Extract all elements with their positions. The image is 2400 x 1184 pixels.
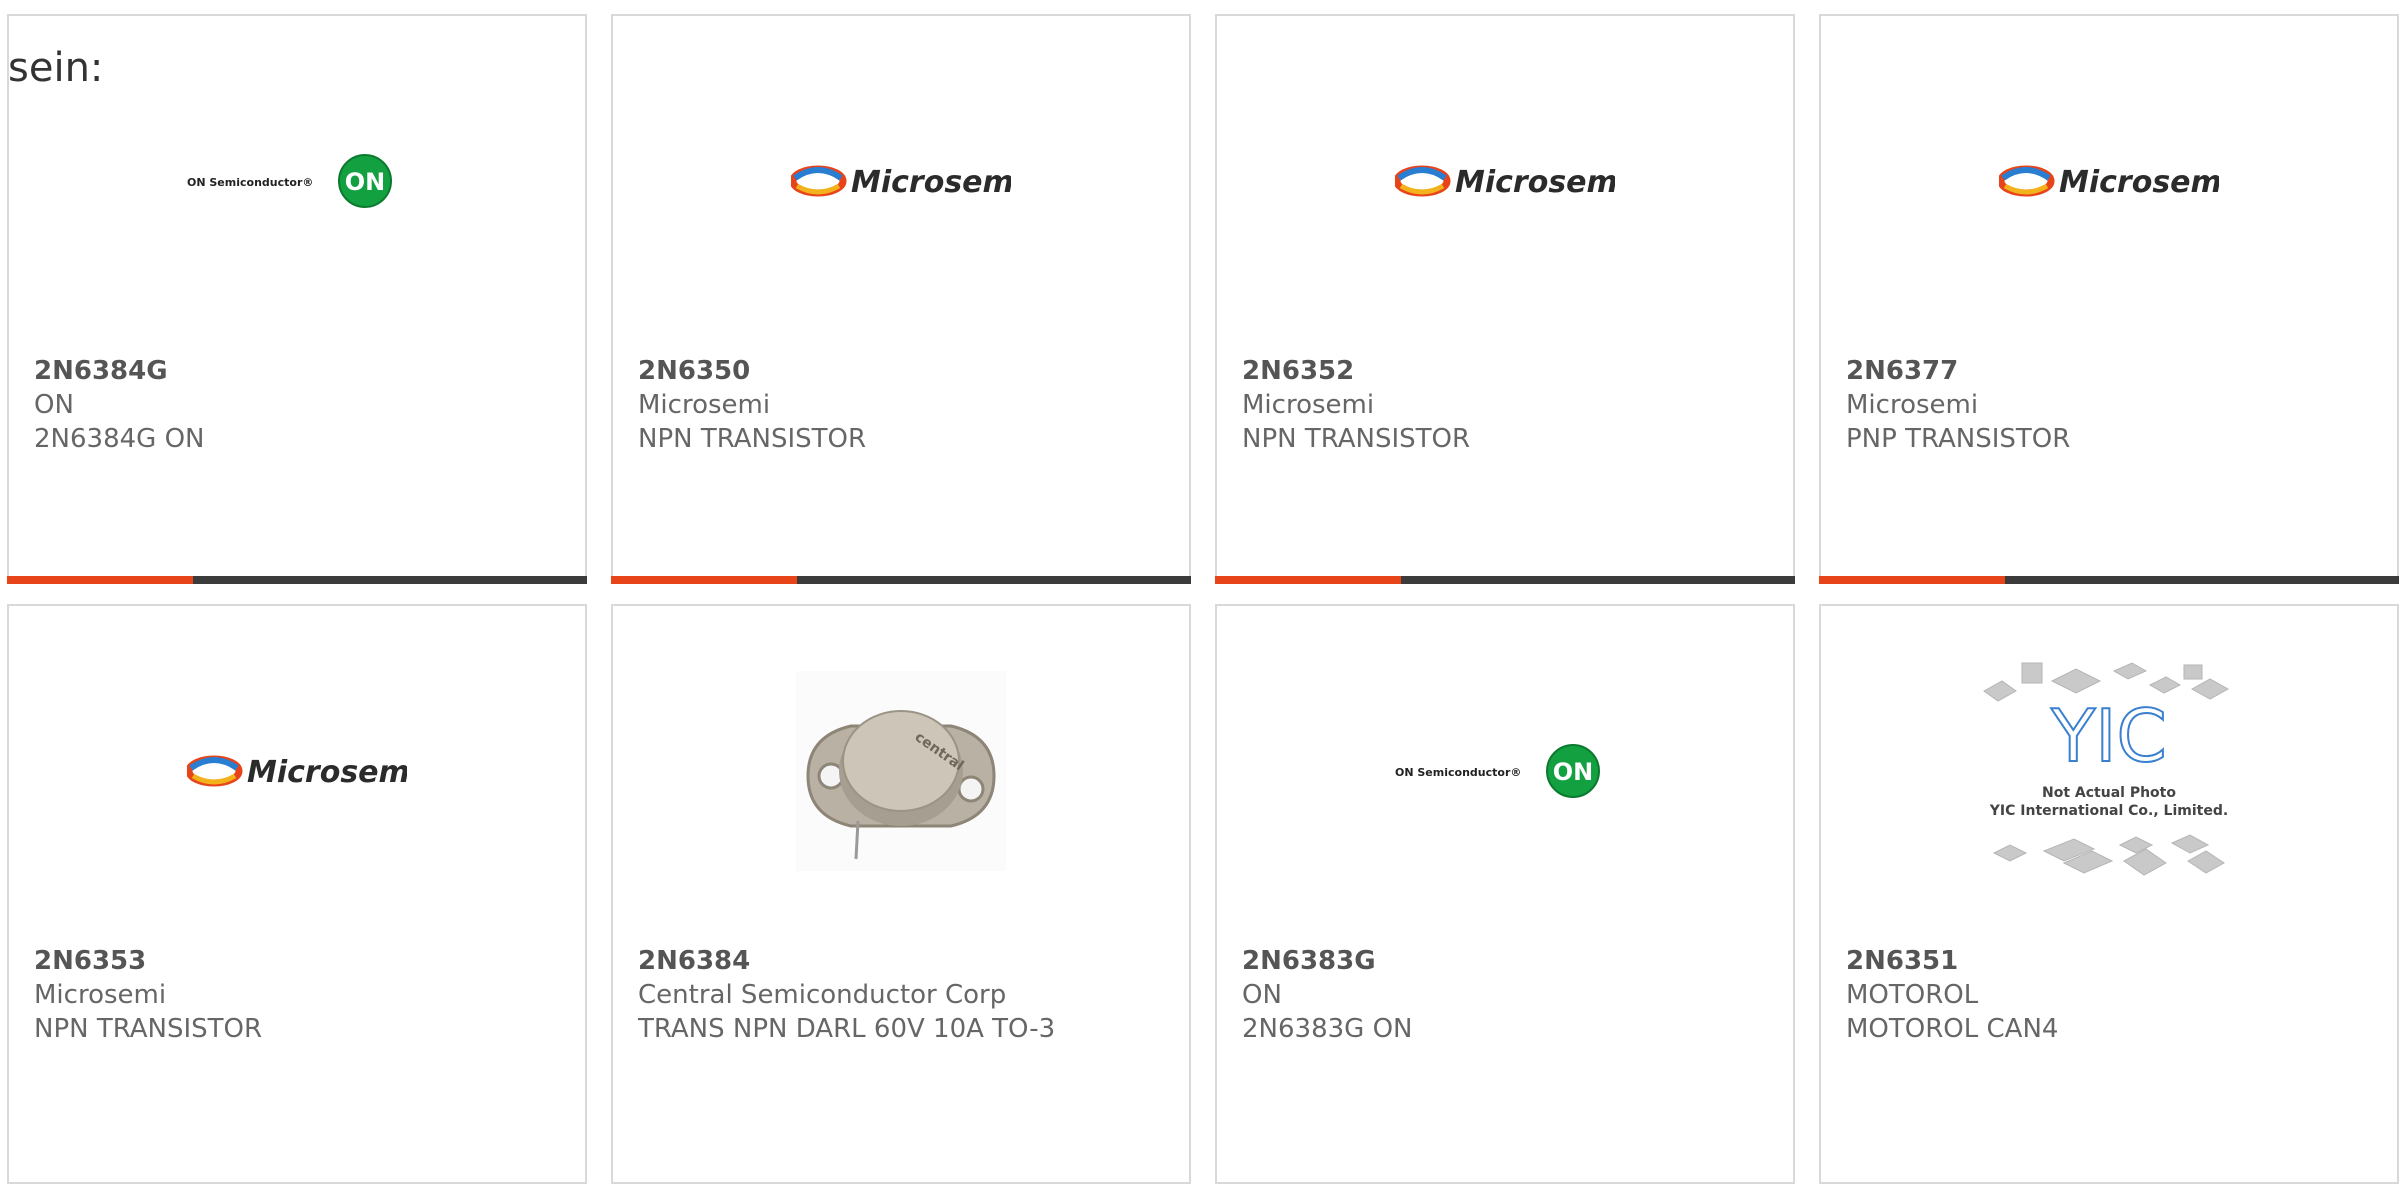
description: NPN TRANSISTOR [638, 424, 867, 454]
on-semiconductor-logo: ON Semiconductor® ON [1395, 744, 1600, 798]
product-card[interactable]: ON Semiconductor® ON 2N6383G ON 2N6383G … [1215, 604, 1795, 1184]
to3-transistor-photo: central [796, 671, 1006, 871]
part-number[interactable]: 2N6353 [34, 944, 565, 978]
description: TRANS NPN DARL 60V 10A TO-3 [638, 1014, 1056, 1044]
part-number[interactable]: 2N6352 [1242, 354, 1773, 388]
manufacturer: Microsemi [1846, 390, 1979, 420]
svg-text:Microsemi: Microsemi [851, 165, 1011, 200]
description: PNP TRANSISTOR [1846, 424, 2071, 454]
manufacturer: Microsemi [34, 980, 167, 1010]
product-image: Microsemi [9, 636, 585, 906]
part-number[interactable]: 2N6384G [34, 354, 565, 388]
product-image: Microsemi [613, 46, 1189, 316]
description: NPN TRANSISTOR [34, 1014, 263, 1044]
product-image: Microsemi [1821, 46, 2397, 316]
svg-text:Microsemi: Microsemi [1455, 165, 1615, 200]
svg-text:YIC International Co., Limited: YIC International Co., Limited. [1989, 803, 2228, 819]
manufacturer: Microsemi [638, 390, 771, 420]
manufacturer: ON [34, 390, 74, 420]
part-number[interactable]: 2N6384 [638, 944, 1169, 978]
svg-text:Not Actual Photo: Not Actual Photo [2042, 785, 2176, 801]
svg-text:Microsemi: Microsemi [247, 755, 407, 790]
product-card[interactable]: Microsemi 2N6377 Microsemi PNP TRANSISTO… [1819, 14, 2399, 584]
product-card[interactable]: YIC Not Actual Photo YIC International C… [1819, 604, 2399, 1184]
svg-text:YIC: YIC [2050, 694, 2167, 778]
product-card[interactable]: central 2N6384 Central Semiconductor Cor… [611, 604, 1191, 1184]
manufacturer: MOTOROL [1846, 980, 1979, 1010]
product-grid: ON Semiconductor® ON 2N6384G ON 2N6384G … [0, 0, 2400, 1184]
part-number[interactable]: 2N6377 [1846, 354, 2377, 388]
svg-text:ON Semiconductor®: ON Semiconductor® [1395, 766, 1521, 779]
product-card[interactable]: Microsemi 2N6352 Microsemi NPN TRANSISTO… [1215, 14, 1795, 584]
yic-placeholder-image: YIC Not Actual Photo YIC International C… [1983, 662, 2230, 876]
progress-bar [1819, 576, 2399, 584]
manufacturer: Central Semiconductor Corp [638, 980, 1007, 1010]
page-title: sein: [8, 45, 104, 91]
on-semiconductor-logo: ON Semiconductor® ON [187, 154, 392, 208]
microsemi-logo: Microsemi [1395, 165, 1615, 200]
product-image: central [613, 636, 1189, 906]
description: MOTOROL CAN4 [1846, 1014, 2059, 1044]
product-image: ON Semiconductor® ON [1217, 636, 1793, 906]
svg-text:ON: ON [1553, 758, 1594, 786]
progress-bar [7, 576, 587, 584]
product-image: YIC Not Actual Photo YIC International C… [1821, 636, 2397, 906]
svg-text:ON Semiconductor®: ON Semiconductor® [187, 176, 313, 189]
microsemi-logo: Microsemi [1999, 165, 2219, 200]
product-image: Microsemi [1217, 46, 1793, 316]
manufacturer: Microsemi [1242, 390, 1375, 420]
svg-text:ON: ON [345, 168, 386, 196]
description: 2N6384G ON [34, 424, 205, 454]
manufacturer: ON [1242, 980, 1282, 1010]
part-number[interactable]: 2N6383G [1242, 944, 1773, 978]
svg-text:Microsemi: Microsemi [2059, 165, 2219, 200]
microsemi-logo: Microsemi [187, 755, 407, 790]
microsemi-logo: Microsemi [791, 165, 1011, 200]
product-card[interactable]: Microsemi 2N6353 Microsemi NPN TRANSISTO… [7, 604, 587, 1184]
product-card[interactable]: Microsemi 2N6350 Microsemi NPN TRANSISTO… [611, 14, 1191, 584]
part-number[interactable]: 2N6351 [1846, 944, 2377, 978]
description: NPN TRANSISTOR [1242, 424, 1471, 454]
progress-bar [611, 576, 1191, 584]
product-card[interactable]: ON Semiconductor® ON 2N6384G ON 2N6384G … [7, 14, 587, 584]
progress-bar [1215, 576, 1795, 584]
description: 2N6383G ON [1242, 1014, 1413, 1044]
part-number[interactable]: 2N6350 [638, 354, 1169, 388]
